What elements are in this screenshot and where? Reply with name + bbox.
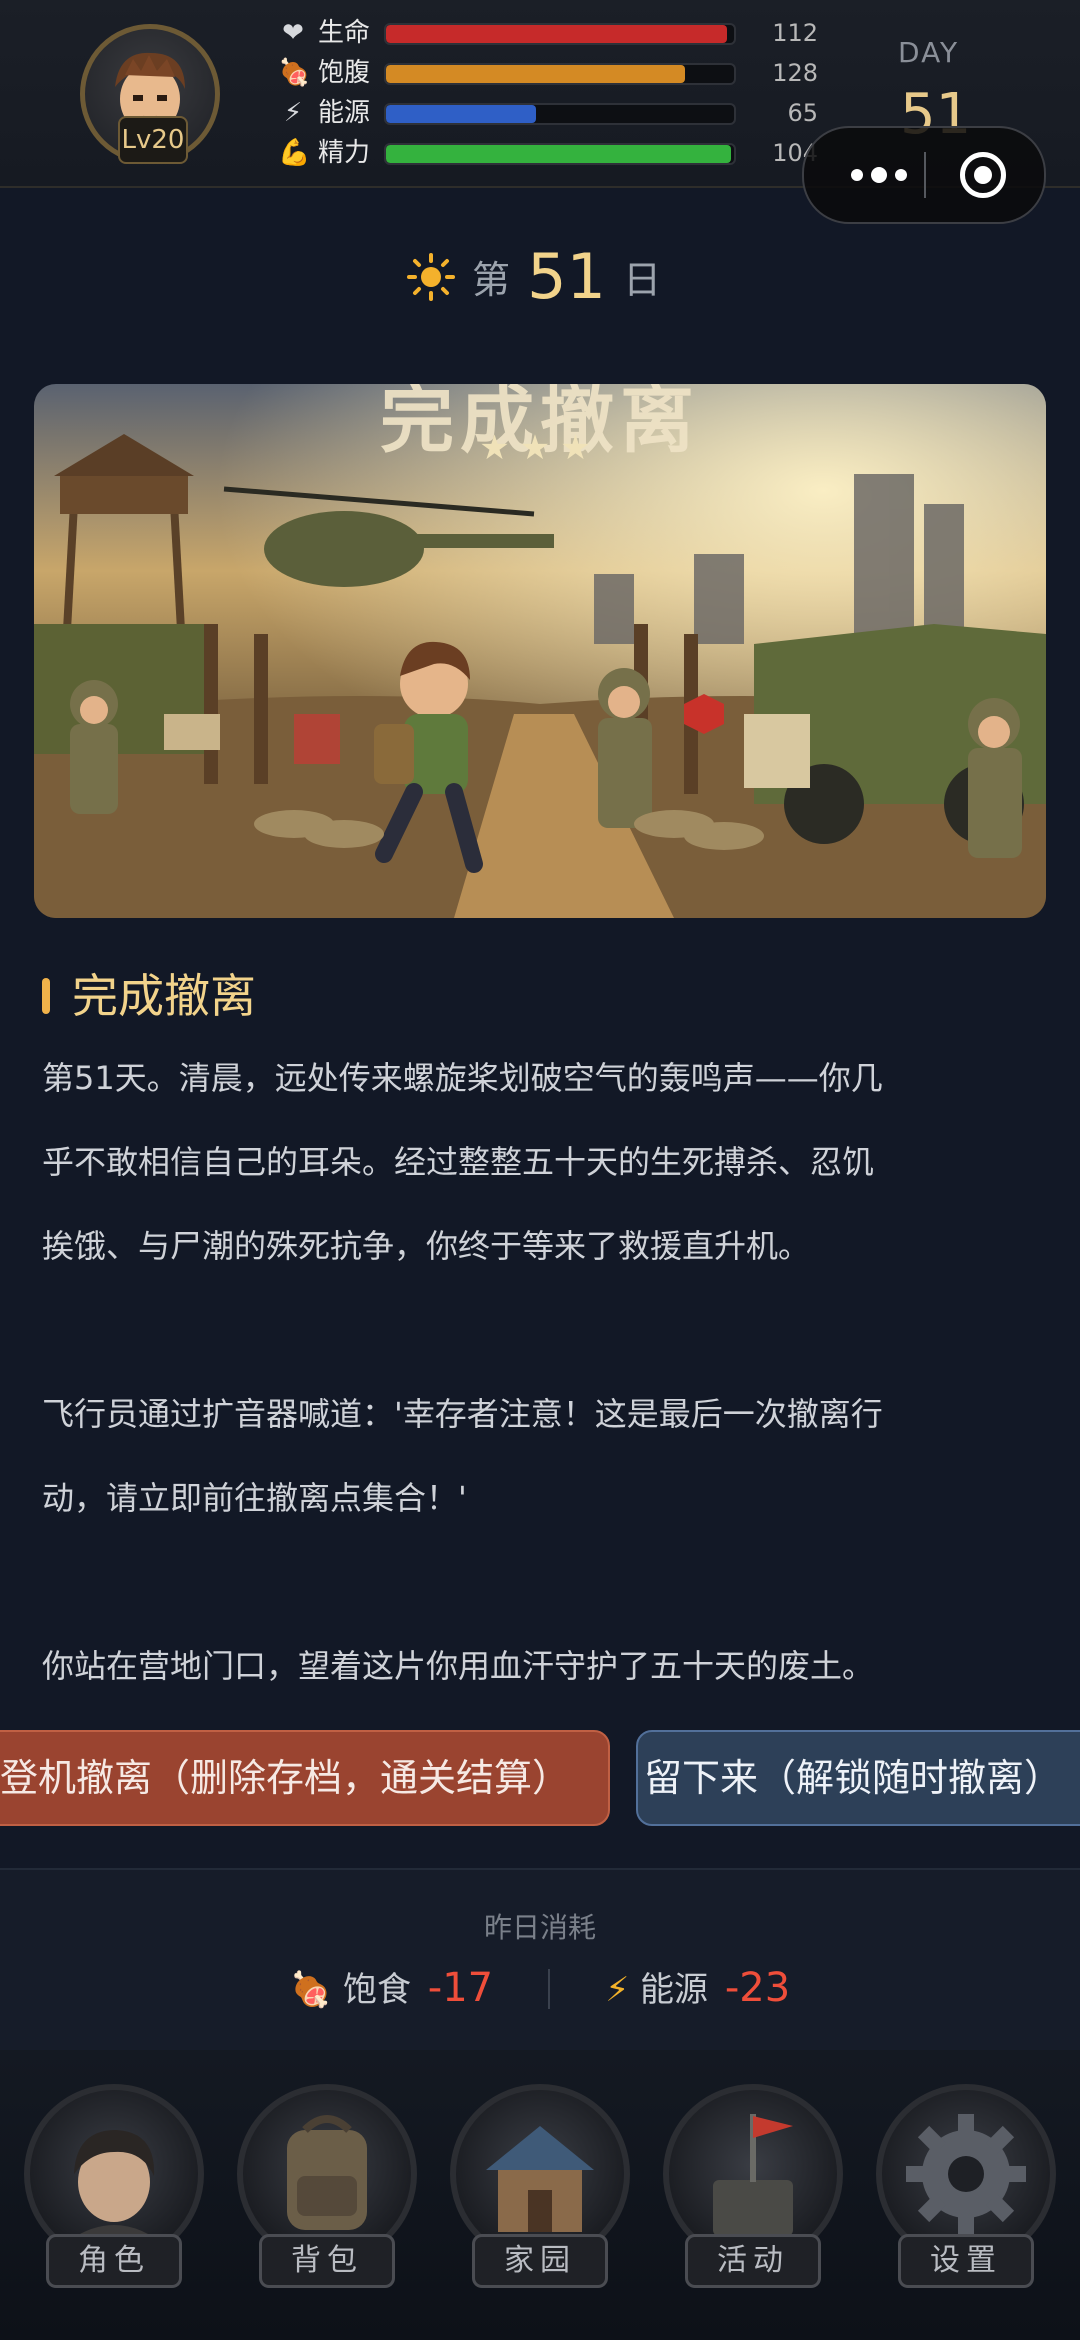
more-menu-button[interactable]	[834, 128, 924, 222]
day-heading-number: 51	[527, 240, 606, 313]
stay-button[interactable]: 留下来（解锁随时撤离）	[636, 1730, 1080, 1826]
consumption-caption: 昨日消耗	[483, 1911, 596, 1944]
story-line: 飞行员通过扩音器喊道：'幸存者注意！这是最后一次撤离行	[42, 1395, 883, 1433]
lightning-icon: ⚡	[605, 1970, 630, 2010]
mini-program-capsule	[802, 126, 1046, 224]
muscle-icon: 💪	[278, 138, 311, 168]
bottom-navigation: 角色 背包 家园 活动 设置	[0, 2050, 1080, 2340]
close-miniprogram-icon[interactable]	[960, 152, 1006, 198]
nav-label: 角色	[46, 2234, 182, 2288]
event-illustration: 完成撤离 ★★★	[34, 384, 1046, 918]
stat-value: 128	[772, 59, 818, 87]
stat-label: 饱腹	[318, 58, 371, 88]
nav-settings[interactable]: 设置	[876, 2084, 1056, 2314]
yesterday-consumption: 昨日消耗 🍖 饱食 -17 ⚡ 能源 -23	[0, 1868, 1080, 2052]
story-line: 第51天。清晨，远处传来螺旋桨划破空气的轰鸣声——你几	[42, 1059, 883, 1097]
nav-activity[interactable]: 活动	[663, 2084, 843, 2314]
scene-stars: ★★★	[479, 428, 601, 468]
stat-label: 能源	[318, 98, 371, 128]
stat-bar-fill	[386, 65, 686, 83]
energy-label: 能源	[640, 1970, 709, 2010]
nav-label: 家园	[472, 2234, 608, 2288]
food-consumption: 🍖 饱食 -17	[290, 1958, 493, 2020]
day-label: DAY	[898, 36, 960, 69]
stat-row: 🍖 饱腹 128	[278, 56, 818, 90]
stat-label: 生命	[318, 18, 371, 48]
food-delta: -17	[427, 1965, 494, 2011]
meat-icon: 🍖	[278, 58, 311, 88]
stat-bar	[384, 63, 736, 85]
nav-label: 背包	[259, 2234, 395, 2288]
day-heading: 第 51 日	[0, 240, 1080, 320]
stat-bar	[384, 23, 736, 45]
story-line: 动，请立即前往撤离点集合！'	[42, 1479, 467, 1517]
title-accent-bar	[42, 978, 50, 1014]
status-header: Lv20 ❤ 生命 112 🍖 饱腹 128 ⚡ 能源 65 💪 精力 104 DAY 51	[0, 0, 1080, 224]
stat-row: ❤ 生命 112	[278, 16, 818, 50]
stat-label: 精力	[318, 138, 371, 168]
food-label: 饱食	[342, 1970, 411, 2010]
stat-bar	[384, 143, 736, 165]
event-story: 第51天。清晨，远处传来螺旋桨划破空气的轰鸣声——你几 乎不敢相信自己的耳朵。经过…	[42, 1036, 1042, 1708]
stat-bar-fill	[386, 105, 536, 123]
capsule-divider	[924, 152, 926, 198]
meat-icon: 🍖	[289, 1970, 333, 2010]
stat-row: ⚡ 能源 65	[278, 96, 818, 130]
heart-icon: ❤	[282, 18, 304, 48]
nav-backpack[interactable]: 背包	[237, 2084, 417, 2314]
nav-label: 活动	[685, 2234, 821, 2288]
stat-bar-fill	[386, 25, 728, 43]
day-prefix: 第	[471, 258, 510, 302]
stat-bar	[384, 103, 736, 125]
story-line: 乎不敢相信自己的耳朵。经过整整五十天的生死搏杀、忍饥	[42, 1143, 875, 1181]
energy-consumption: ⚡ 能源 -23	[605, 1958, 790, 2020]
nav-character[interactable]: 角色	[24, 2084, 204, 2314]
stat-bar-fill	[386, 145, 731, 163]
stat-value: 112	[772, 19, 818, 47]
story-line: 你站在营地门口，望着这片你用血汗守护了五十天的废土。	[42, 1647, 875, 1685]
story-line: 挨饿、与尸潮的殊死抗争，你终于等来了救援直升机。	[42, 1227, 811, 1265]
event-title-text: 完成撤离	[72, 969, 256, 1023]
stat-value: 65	[787, 99, 818, 127]
day-suffix: 日	[623, 258, 662, 302]
sun-icon	[406, 252, 455, 301]
nav-home[interactable]: 家园	[450, 2084, 630, 2314]
level-badge: Lv20	[118, 116, 188, 164]
consumption-divider	[548, 1969, 551, 2009]
evacuate-button[interactable]: 登机撤离（删除存档，通关结算）	[0, 1730, 610, 1826]
stat-row: 💪 精力 104	[278, 136, 818, 170]
nav-label: 设置	[898, 2234, 1034, 2288]
lightning-icon: ⚡	[283, 98, 303, 128]
energy-delta: -23	[724, 1965, 791, 2011]
